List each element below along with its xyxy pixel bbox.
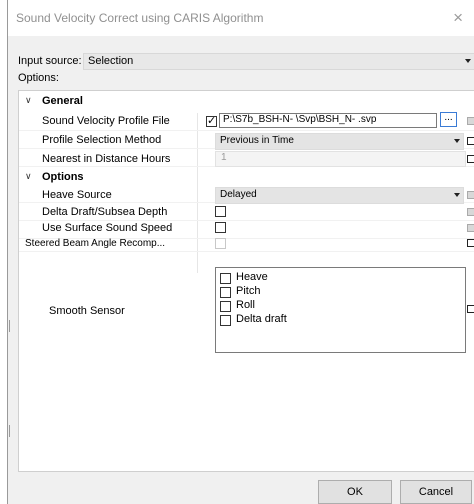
category-options: Options (42, 171, 84, 183)
delta-draft-sensor-checkbox[interactable] (220, 315, 231, 326)
pitch-label: Pitch (236, 285, 261, 297)
input-source-value: Selection (88, 55, 134, 67)
heave-source-select[interactable]: Delayed (215, 187, 464, 204)
heave-source-value: Delayed (220, 189, 257, 200)
input-source-label: Input source: (18, 55, 82, 67)
dropdown-arrow-icon (454, 139, 460, 143)
nearest-hours-label: Nearest in Distance Hours (42, 153, 171, 165)
category-general: General (42, 95, 83, 107)
nearest-hours-value: 1 (221, 152, 227, 163)
roll-label: Roll (236, 299, 255, 311)
dropdown-arrow-icon (465, 59, 471, 63)
input-source-select[interactable]: Selection (83, 53, 474, 70)
property-grid: ∨ General Sound Velocity Profile File ✓ … (18, 90, 474, 472)
property-menu-icon[interactable] (467, 117, 474, 125)
row-divider (19, 251, 474, 252)
title-bar: Sound Velocity Correct using CARIS Algor… (8, 0, 474, 36)
heave-checkbox[interactable] (220, 273, 231, 284)
property-menu-icon[interactable] (467, 239, 474, 247)
chevron-down-icon[interactable]: ∨ (25, 95, 32, 106)
surface-sound-speed-checkbox[interactable] (215, 222, 226, 233)
cancel-button[interactable]: Cancel (400, 480, 472, 504)
steered-beam-label: Steered Beam Angle Recomp... (25, 238, 166, 249)
heave-source-label: Heave Source (42, 189, 112, 201)
smooth-sensor-list: Heave Pitch Roll Delta draft (215, 267, 466, 353)
ok-button[interactable]: OK (318, 480, 392, 504)
dialog-window: Sound Velocity Correct using CARIS Algor… (7, 0, 474, 504)
heave-label: Heave (236, 271, 268, 283)
browse-button[interactable]: ... (440, 112, 457, 127)
chevron-down-icon[interactable]: ∨ (25, 171, 32, 182)
dropdown-arrow-icon (454, 193, 460, 197)
delta-draft-sensor-label: Delta draft (236, 313, 287, 325)
left-edge-mark (9, 425, 10, 437)
close-icon[interactable]: × (453, 8, 463, 28)
property-menu-icon[interactable] (467, 155, 474, 163)
selection-method-label: Profile Selection Method (42, 134, 162, 146)
nearest-hours-field: 1 (215, 151, 466, 167)
property-menu-icon[interactable] (467, 208, 474, 216)
profile-file-label: Sound Velocity Profile File (42, 115, 170, 127)
left-edge-mark (9, 320, 10, 332)
delta-draft-label: Delta Draft/Subsea Depth (42, 206, 168, 218)
column-divider (197, 113, 198, 273)
row-divider (19, 130, 474, 131)
pitch-checkbox[interactable] (220, 287, 231, 298)
property-menu-icon[interactable] (467, 137, 474, 145)
smooth-sensor-label: Smooth Sensor (49, 305, 125, 317)
selection-method-select[interactable]: Previous in Time (215, 133, 464, 150)
surface-sound-speed-label: Use Surface Sound Speed (42, 222, 173, 234)
window-title: Sound Velocity Correct using CARIS Algor… (16, 11, 264, 25)
checkmark-icon: ✓ (207, 115, 217, 127)
steered-beam-checkbox (215, 238, 226, 249)
property-menu-icon[interactable] (467, 224, 474, 232)
selection-method-value: Previous in Time (220, 135, 294, 146)
property-menu-icon[interactable] (467, 191, 474, 199)
profile-file-path: P:\S7b_BSH-N- \Svp\BSH_N- .svp (223, 114, 377, 125)
profile-file-checkbox[interactable]: ✓ (206, 115, 217, 127)
delta-draft-checkbox[interactable] (215, 206, 226, 217)
row-divider (19, 220, 474, 221)
roll-checkbox[interactable] (220, 301, 231, 312)
options-label: Options: (18, 72, 59, 84)
profile-file-path-field[interactable]: P:\S7b_BSH-N- \Svp\BSH_N- .svp (219, 113, 437, 128)
property-menu-icon[interactable] (467, 305, 474, 313)
